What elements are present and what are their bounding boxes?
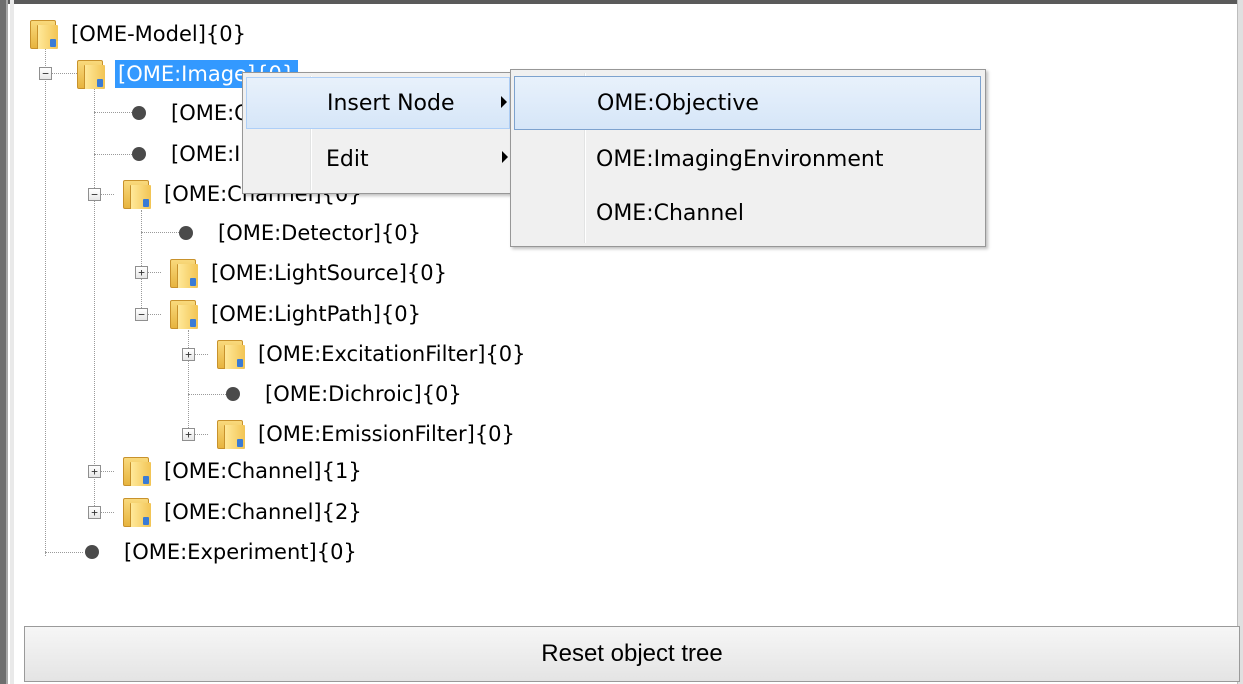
tree-node-label: [OME:Detector]{0} xyxy=(218,221,421,245)
folder-icon xyxy=(168,297,198,331)
collapse-icon[interactable]: − xyxy=(135,308,148,321)
tree-node-label: [OME:ExcitationFilter]{0} xyxy=(258,342,526,366)
tree-node-label: [OME:EmissionFilter]{0} xyxy=(258,422,515,446)
expand-icon[interactable]: + xyxy=(88,465,101,478)
leaf-node-icon xyxy=(226,387,240,401)
menu-item-label: Edit xyxy=(326,146,369,172)
tree-node-label: [OME:LightPath]{0} xyxy=(211,302,421,326)
expand-icon[interactable]: + xyxy=(135,266,148,279)
folder-icon xyxy=(75,57,105,91)
tree-node-dichroic[interactable]: [OME:Dichroic]{0} xyxy=(218,376,465,412)
tree-connector xyxy=(188,330,189,434)
folder-icon xyxy=(168,256,198,290)
context-menu: Insert Node Edit xyxy=(242,72,514,194)
tree-node-light-source[interactable]: [OME:LightSource]{0} xyxy=(168,255,450,291)
leaf-node-icon xyxy=(179,226,193,240)
leaf-node-icon xyxy=(85,545,99,559)
expand-icon[interactable]: + xyxy=(182,348,195,361)
tree-node-light-path[interactable]: [OME:LightPath]{0} xyxy=(168,296,424,332)
menu-item-edit[interactable]: Edit xyxy=(246,133,510,185)
tree-connector xyxy=(94,88,95,514)
tree-node-channel-2[interactable]: [OME:Channel]{2} xyxy=(121,494,365,530)
collapse-icon[interactable]: − xyxy=(39,67,52,80)
submenu-arrow-icon xyxy=(501,96,507,108)
insert-node-submenu: OME:Objective OME:ImagingEnvironment OME… xyxy=(510,69,986,247)
tree-node-label: [OME:Channel]{2} xyxy=(164,500,362,524)
leaf-node-icon xyxy=(132,106,146,120)
window-right-border xyxy=(1237,0,1243,684)
tree-node-label: [OME:LightSource]{0} xyxy=(211,261,447,285)
tree-connector xyxy=(141,210,142,314)
collapse-icon[interactable]: − xyxy=(88,188,101,201)
submenu-item-objective[interactable]: OME:Objective xyxy=(514,76,981,130)
folder-icon xyxy=(28,17,58,51)
tree-node-excitation-filter[interactable]: [OME:ExcitationFilter]{0} xyxy=(215,336,529,372)
menu-item-insert-node[interactable]: Insert Node xyxy=(246,77,510,129)
menu-item-label: OME:Objective xyxy=(597,90,759,116)
submenu-arrow-icon xyxy=(502,151,508,163)
expand-icon[interactable]: + xyxy=(182,428,195,441)
tree-node-label: [OME-Model]{0} xyxy=(71,22,247,46)
submenu-item-channel[interactable]: OME:Channel xyxy=(514,186,981,240)
folder-icon xyxy=(215,337,245,371)
tree-node-emission-filter[interactable]: [OME:EmissionFilter]{0} xyxy=(215,416,518,452)
tree-node-channel-1[interactable]: [OME:Channel]{1} xyxy=(121,453,365,489)
tree-node-label: [OME:Channel]{1} xyxy=(164,459,362,483)
folder-icon xyxy=(121,495,151,529)
folder-icon xyxy=(121,177,151,211)
tree-node-ome-model[interactable]: [OME-Model]{0} xyxy=(28,16,249,52)
folder-icon xyxy=(121,454,151,488)
tree-node-experiment[interactable]: [OME:Experiment]{0} xyxy=(77,534,360,570)
tree-connector xyxy=(45,36,46,556)
submenu-item-imaging-environment[interactable]: OME:ImagingEnvironment xyxy=(514,132,981,186)
tree-node-detector[interactable]: [OME:Detector]{0} xyxy=(171,215,424,251)
expand-icon[interactable]: + xyxy=(88,506,101,519)
folder-icon xyxy=(215,417,245,451)
window-left-border xyxy=(0,0,8,684)
tree-node-label: [OME:Dichroic]{0} xyxy=(265,382,462,406)
leaf-node-icon xyxy=(132,147,146,161)
menu-item-label: OME:Channel xyxy=(596,200,744,226)
reset-object-tree-button[interactable]: Reset object tree xyxy=(24,626,1240,682)
tree-node-label: [OME:Experiment]{0} xyxy=(124,540,357,564)
menu-item-label: OME:ImagingEnvironment xyxy=(596,146,884,172)
menu-item-label: Insert Node xyxy=(327,90,455,116)
